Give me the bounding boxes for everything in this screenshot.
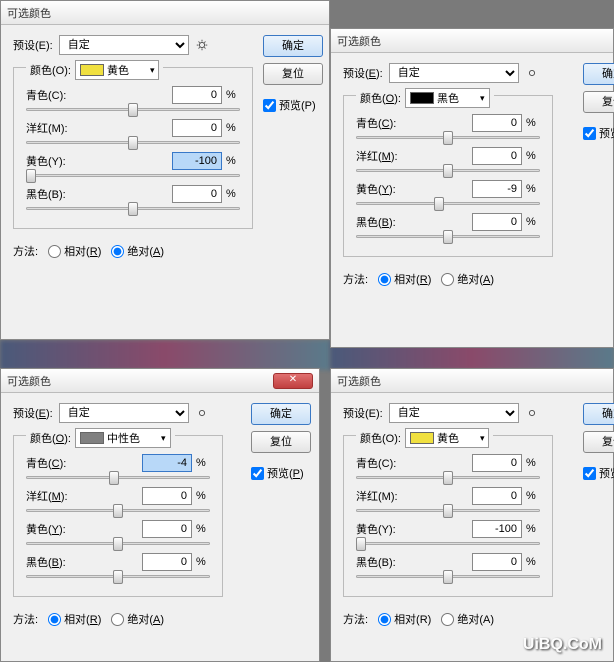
dialog-title: 可选颜色 — [7, 373, 51, 389]
cyan-slider[interactable] — [356, 136, 540, 139]
preset-label: 预设(E): — [13, 405, 53, 421]
color-label: 颜色(O): — [360, 90, 401, 106]
cyan-input[interactable] — [142, 454, 192, 472]
relative-radio[interactable]: 相对(R) — [48, 611, 101, 627]
yellow-slider[interactable] — [356, 542, 540, 545]
slider-black: 黑色(B):% — [26, 185, 240, 210]
magenta-input[interactable] — [472, 147, 522, 165]
cyan-input[interactable] — [472, 454, 522, 472]
preset-select[interactable]: 自定 — [389, 63, 519, 83]
titlebar[interactable]: 可选颜色 ✕ — [1, 369, 319, 393]
color-select[interactable]: 中性色 — [75, 428, 171, 448]
magenta-input[interactable] — [142, 487, 192, 505]
yellow-slider[interactable] — [26, 174, 240, 177]
gear-icon[interactable] — [195, 38, 209, 52]
color-select[interactable]: 黄色 — [75, 60, 160, 80]
black-slider[interactable] — [26, 207, 240, 210]
reset-button[interactable]: 复位 — [263, 63, 323, 85]
absolute-radio[interactable]: 绝对(A) — [441, 611, 494, 627]
color-select[interactable]: 黑色 — [405, 88, 490, 108]
magenta-slider[interactable] — [356, 509, 540, 512]
cyan-slider[interactable] — [26, 108, 240, 111]
slider-cyan: 青色(C):% — [26, 86, 240, 111]
black-slider[interactable] — [26, 575, 210, 578]
selective-color-dialog-1: 可选颜色 预设(E): 自定 颜色(O): 黄色 青色(C):% 洋红(M):% — [0, 0, 330, 340]
relative-radio[interactable]: 相对(R) — [378, 611, 431, 627]
cyan-input[interactable] — [172, 86, 222, 104]
ok-button[interactable]: 确定 — [583, 403, 614, 425]
relative-radio[interactable]: 相对(R) — [378, 271, 431, 287]
preview-check[interactable]: 预览(P) — [251, 465, 311, 481]
preset-select[interactable]: 自定 — [59, 35, 189, 55]
selective-color-dialog-4: 可选颜色 预设(E): 自定 颜色(O): 黄色 青色(C):% 洋红(M):%… — [330, 368, 614, 662]
black-input[interactable] — [472, 553, 522, 571]
gear-icon[interactable] — [525, 406, 539, 420]
method-row: 方法: 相对(R) 绝对(A) — [13, 243, 317, 259]
color-label: 颜色(O): — [30, 430, 71, 446]
cyan-input[interactable] — [472, 114, 522, 132]
gear-icon[interactable] — [525, 66, 539, 80]
selective-color-dialog-3: 可选颜色 ✕ 预设(E): 自定 颜色(O): 中性色 青色(C):% 洋红(M… — [0, 368, 320, 662]
preset-select[interactable]: 自定 — [59, 403, 189, 423]
black-input[interactable] — [172, 185, 222, 203]
color-swatch — [410, 432, 434, 444]
color-group: 颜色(O): 黄色 青色(C):% 洋红(M):% 黄色(Y):% 黑色(B):… — [13, 67, 253, 229]
yellow-slider[interactable] — [356, 202, 540, 205]
titlebar[interactable]: 可选颜色 — [331, 369, 613, 393]
color-label: 颜色(O): — [30, 62, 71, 78]
gear-icon[interactable] — [195, 406, 209, 420]
reset-button[interactable]: 复位 — [251, 431, 311, 453]
magenta-slider[interactable] — [26, 141, 240, 144]
absolute-radio[interactable]: 绝对(A) — [111, 243, 164, 259]
color-swatch — [80, 432, 104, 444]
yellow-input[interactable] — [472, 520, 522, 538]
color-group: 颜色(O): 黑色 青色(C):% 洋红(M):% 黄色(Y):% 黑色(B):… — [343, 95, 553, 257]
color-group: 颜色(O): 黄色 青色(C):% 洋红(M):% 黄色(Y):% 黑色(B):… — [343, 435, 553, 597]
color-group: 颜色(O): 中性色 青色(C):% 洋红(M):% 黄色(Y):% 黑色(B)… — [13, 435, 223, 597]
color-select[interactable]: 黄色 — [405, 428, 490, 448]
reset-button[interactable]: 复位 — [583, 91, 614, 113]
preset-label: 预设(E): — [343, 65, 383, 81]
titlebar[interactable]: 可选颜色 — [331, 29, 613, 53]
magenta-slider[interactable] — [26, 509, 210, 512]
black-slider[interactable] — [356, 575, 540, 578]
ok-button[interactable]: 确定 — [263, 35, 323, 57]
ok-button[interactable]: 确定 — [583, 63, 614, 85]
selective-color-dialog-2: 可选颜色 预设(E): 自定 颜色(O): 黑色 青色(C):% 洋红(M):%… — [330, 28, 614, 348]
color-swatch — [80, 64, 104, 76]
ok-button[interactable]: 确定 — [251, 403, 311, 425]
cyan-slider[interactable] — [356, 476, 540, 479]
absolute-radio[interactable]: 绝对(A) — [111, 611, 164, 627]
absolute-radio[interactable]: 绝对(A) — [441, 271, 494, 287]
black-input[interactable] — [142, 553, 192, 571]
dialog-title: 可选颜色 — [337, 373, 381, 389]
dialog-title: 可选颜色 — [337, 33, 381, 49]
color-label: 颜色(O): — [360, 430, 401, 446]
yellow-slider[interactable] — [26, 542, 210, 545]
color-swatch — [410, 92, 434, 104]
preset-label: 预设(E): — [13, 37, 53, 53]
reset-button[interactable]: 复位 — [583, 431, 614, 453]
preset-select[interactable]: 自定 — [389, 403, 519, 423]
close-icon[interactable]: ✕ — [273, 373, 313, 389]
magenta-input[interactable] — [172, 119, 222, 137]
dialog-title: 可选颜色 — [7, 5, 51, 21]
cyan-slider[interactable] — [26, 476, 210, 479]
yellow-input[interactable] — [142, 520, 192, 538]
preset-label: 预设(E): — [343, 405, 383, 421]
relative-radio[interactable]: 相对(R) — [48, 243, 101, 259]
yellow-input[interactable] — [472, 180, 522, 198]
watermark: UiBQ.CoM — [523, 636, 602, 654]
black-slider[interactable] — [356, 235, 540, 238]
slider-yellow: 黄色(Y):% — [26, 152, 240, 177]
titlebar[interactable]: 可选颜色 — [1, 1, 329, 25]
black-input[interactable] — [472, 213, 522, 231]
magenta-input[interactable] — [472, 487, 522, 505]
slider-magenta: 洋红(M):% — [26, 119, 240, 144]
preview-check[interactable]: 预览(P) — [263, 97, 323, 113]
preview-check[interactable]: 预览(P) — [583, 125, 614, 141]
magenta-slider[interactable] — [356, 169, 540, 172]
yellow-input[interactable] — [172, 152, 222, 170]
preview-check[interactable]: 预览(P) — [583, 465, 614, 481]
